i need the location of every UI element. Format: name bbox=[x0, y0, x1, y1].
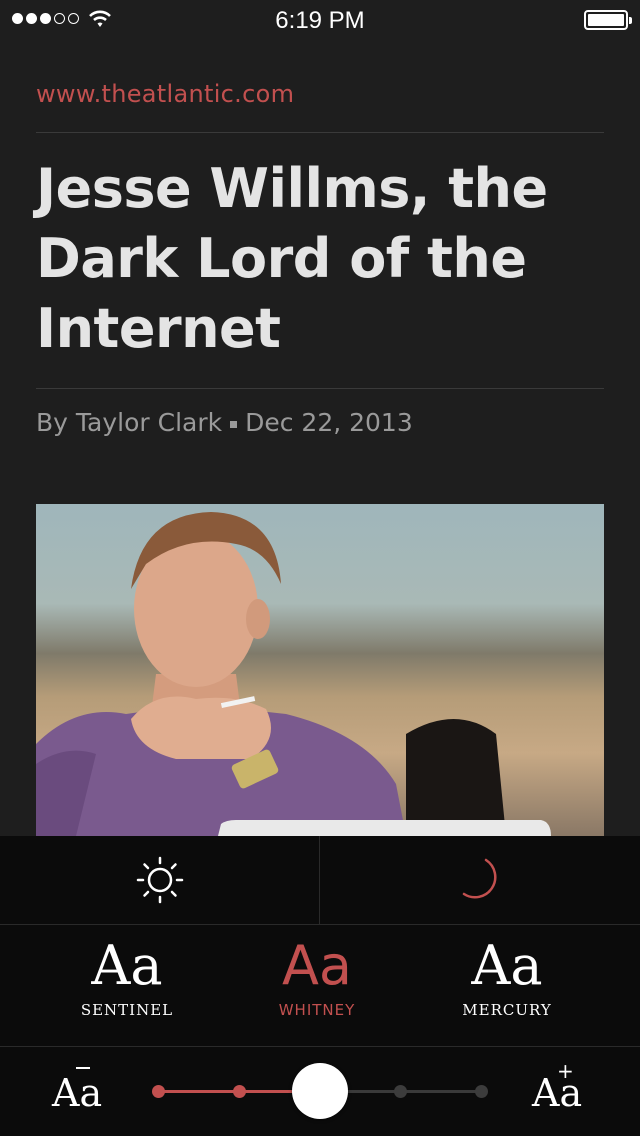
text-size-step[interactable] bbox=[394, 1085, 408, 1098]
decrease-text-size-button[interactable]: Aa bbox=[52, 1067, 103, 1115]
font-sample: Aa bbox=[471, 934, 543, 997]
font-option-mercury[interactable]: Aa MERCURY bbox=[407, 925, 607, 1046]
author: By Taylor Clark bbox=[36, 408, 223, 437]
moon-icon bbox=[462, 858, 497, 899]
photo-of-man-at-laptop bbox=[36, 504, 604, 836]
plus-icon: + bbox=[557, 1059, 574, 1083]
font-option-whitney[interactable]: Aa WHITNEY bbox=[217, 925, 417, 1046]
day-theme-button[interactable] bbox=[0, 836, 320, 924]
font-sample: Aa bbox=[281, 934, 353, 997]
minus-icon bbox=[76, 1067, 90, 1069]
font-option-sentinel[interactable]: Aa SENTINEL bbox=[27, 925, 227, 1046]
text-size-step[interactable] bbox=[232, 1085, 246, 1098]
increase-text-size-button[interactable]: + Aa bbox=[532, 1059, 582, 1115]
theme-selector bbox=[0, 836, 640, 925]
battery-icon bbox=[584, 10, 632, 30]
divider bbox=[36, 132, 604, 133]
article-title: Jesse Willms, the Dark Lord of the Inter… bbox=[36, 157, 548, 360]
font-name: SENTINEL bbox=[80, 1001, 174, 1019]
status-bar: 6:19 PM bbox=[0, 0, 640, 40]
decrease-text-size-label: Aa bbox=[52, 1071, 103, 1115]
night-theme-button[interactable] bbox=[320, 836, 640, 924]
clock: 6:19 PM bbox=[275, 7, 365, 34]
byline: By Taylor Clark Dec 22, 2013 bbox=[36, 408, 413, 437]
text-size-slider-knob[interactable] bbox=[291, 1063, 348, 1119]
reading-settings-panel: Aa SENTINEL Aa WHITNEY Aa MERCURY Aa + A… bbox=[0, 836, 640, 1136]
source-url[interactable]: www.theatlantic.com bbox=[36, 80, 294, 108]
sun-icon bbox=[136, 856, 183, 904]
separator-dot bbox=[230, 420, 238, 428]
font-sample: Aa bbox=[91, 934, 163, 997]
publish-date: Dec 22, 2013 bbox=[245, 408, 413, 437]
text-size-control: Aa + Aa bbox=[0, 1047, 640, 1136]
divider bbox=[36, 388, 604, 389]
font-selector: Aa SENTINEL Aa WHITNEY Aa MERCURY bbox=[0, 925, 640, 1047]
text-size-step[interactable] bbox=[475, 1085, 488, 1098]
font-name: MERCURY bbox=[462, 1001, 552, 1019]
article-image bbox=[36, 504, 604, 836]
font-name: WHITNEY bbox=[278, 1001, 356, 1019]
text-size-slider[interactable] bbox=[152, 1063, 488, 1119]
text-size-step[interactable] bbox=[152, 1085, 165, 1098]
